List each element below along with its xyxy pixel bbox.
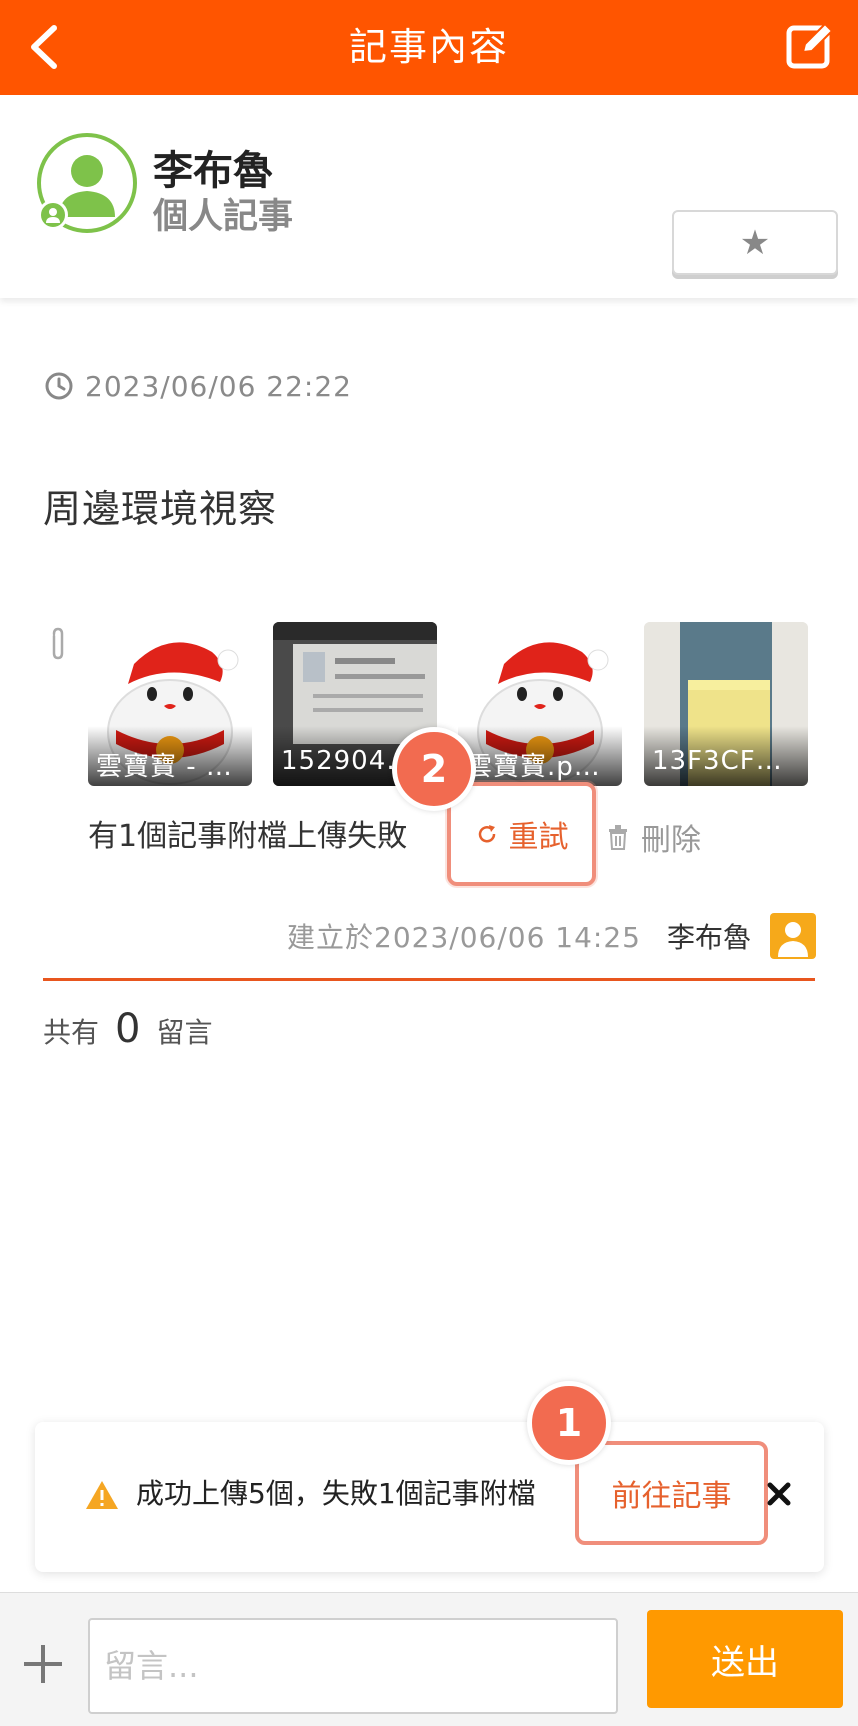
creator-avatar	[770, 913, 816, 959]
upload-fail-message: 有1個記事附檔上傳失敗	[88, 819, 408, 854]
paperclip-icon	[52, 627, 64, 660]
page-title: 記事內容	[348, 25, 509, 69]
created-time: 建立於2023/06/06 14:25	[287, 921, 641, 954]
creator-name: 李布魯	[667, 921, 752, 954]
delete-button[interactable]: 刪除	[607, 815, 701, 859]
note-timestamp: 2023/06/06 22:22	[43, 368, 352, 404]
timestamp-text: 2023/06/06 22:22	[85, 369, 352, 403]
personal-badge-icon	[38, 200, 68, 230]
step-badge-2: 2	[392, 727, 476, 811]
send-button[interactable]: 送出	[647, 1610, 843, 1708]
comment-suffix: 留言	[156, 1016, 213, 1049]
toast-close-button[interactable]	[762, 1477, 796, 1511]
section-divider	[43, 978, 815, 981]
user-icon	[778, 922, 808, 957]
edit-button[interactable]	[785, 20, 837, 72]
attachment-thumbnail[interactable]: 13F3CF…	[644, 622, 808, 786]
attachment-caption: 雲寶寶.p…	[458, 726, 622, 786]
top-bar: 記事內容	[0, 0, 858, 95]
delete-label: 刪除	[641, 823, 701, 858]
go-to-note-label: 前往記事	[611, 1479, 732, 1514]
step-badge-1: 1	[527, 1381, 611, 1465]
toast-message: 成功上傳5個，失敗1個記事附檔	[136, 1477, 536, 1510]
comment-prefix: 共有	[43, 1016, 100, 1049]
note-title: 周邊環境視察	[43, 487, 278, 531]
author-card: 李布魯 個人記事 ★	[0, 95, 858, 298]
close-icon	[767, 1482, 791, 1506]
refresh-icon	[478, 825, 495, 843]
attachment-caption: 13F3CF…	[644, 726, 808, 786]
edit-icon	[786, 22, 834, 69]
favorite-button[interactable]: ★	[672, 210, 838, 275]
attachment-thumbnail[interactable]: 雲寶寶 - …	[88, 622, 252, 786]
comment-count: 共有 0 留言	[43, 1006, 212, 1062]
attachment-thumbnail[interactable]: 雲寶寶.p…	[458, 622, 622, 786]
attachment-caption: 雲寶寶 - …	[88, 726, 252, 786]
retry-label: 重試	[508, 820, 569, 855]
plus-icon	[24, 1645, 62, 1683]
add-attachment-button[interactable]	[22, 1643, 64, 1685]
retry-button[interactable]: 重試	[447, 782, 596, 886]
warning-icon	[86, 1481, 118, 1509]
comment-count-number: 0	[115, 1006, 141, 1052]
comment-input[interactable]	[88, 1618, 618, 1714]
go-to-note-button[interactable]: 前往記事	[575, 1441, 768, 1545]
clock-icon	[45, 372, 73, 400]
trash-icon	[609, 825, 627, 850]
star-icon: ★	[739, 223, 771, 263]
note-category: 個人記事	[153, 197, 294, 237]
